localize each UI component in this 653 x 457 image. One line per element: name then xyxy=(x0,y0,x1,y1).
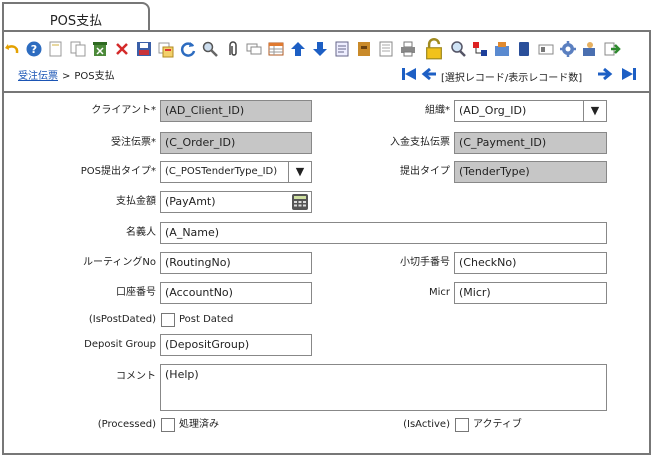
previous-record-icon[interactable] xyxy=(420,66,438,84)
multi-row-icon[interactable] xyxy=(266,38,286,60)
next-record-icon[interactable] xyxy=(596,66,614,84)
client-field[interactable]: (AD_Client_ID) xyxy=(160,100,312,122)
payamt-label: 支払金額 xyxy=(116,196,156,207)
header-divider xyxy=(4,91,649,93)
print-preview-icon[interactable] xyxy=(376,38,396,60)
tendertype-id-label: POS提出タイプ* xyxy=(80,166,156,177)
processed-text: 処理済み xyxy=(179,419,219,430)
lock-icon[interactable] xyxy=(422,38,446,60)
postdated-checkbox[interactable] xyxy=(161,313,175,327)
aname-label: 名義人 xyxy=(126,227,156,238)
tendertype-id-dropdown-icon[interactable]: ▼ xyxy=(288,162,311,182)
client-label: クライアント* xyxy=(91,105,156,116)
org-select[interactable]: (AD_Org_ID) ▼ xyxy=(454,100,607,122)
postdated-text: Post Dated xyxy=(179,314,234,325)
account-field[interactable]: (AccountNo) xyxy=(160,282,312,304)
routing-label: ルーティングNo xyxy=(83,257,156,268)
active-label: (IsActive) xyxy=(403,419,450,430)
first-parent-icon[interactable] xyxy=(288,38,308,60)
find-icon[interactable] xyxy=(200,38,220,60)
tendertype-field[interactable]: (TenderType) xyxy=(454,161,607,183)
check-label: 小切手番号 xyxy=(400,257,450,268)
processed-checkbox[interactable] xyxy=(161,418,175,432)
org-value: (AD_Org_ID) xyxy=(459,104,527,117)
window-tab-title: POS支払 xyxy=(49,14,103,29)
delete-multi-icon[interactable] xyxy=(90,38,110,60)
org-dropdown-icon[interactable]: ▼ xyxy=(583,101,606,121)
comment-textarea[interactable]: (Help) xyxy=(160,364,607,411)
window-tab[interactable]: POS支払 xyxy=(2,2,150,31)
calculator-icon[interactable] xyxy=(289,192,311,212)
micr-label: Micr xyxy=(428,287,450,298)
record-count-text: [選択レコード/表示レコード数] xyxy=(441,73,583,84)
detail-icon[interactable] xyxy=(310,38,330,60)
print-icon[interactable] xyxy=(398,38,418,60)
archive-icon[interactable] xyxy=(354,38,374,60)
payment-field[interactable]: (C_Payment_ID) xyxy=(454,132,607,154)
tendertype-id-value: (C_POSTenderType_ID) xyxy=(165,166,278,177)
zoom-across-icon[interactable] xyxy=(448,38,468,60)
product-info-icon[interactable] xyxy=(492,38,512,60)
routing-field[interactable]: (RoutingNo) xyxy=(160,252,312,274)
postdated-label: (IsPostDated) xyxy=(88,314,156,325)
first-record-icon[interactable] xyxy=(400,66,418,84)
micr-field[interactable]: (Micr) xyxy=(454,282,607,304)
svg-text:?: ? xyxy=(31,43,37,56)
payment-label: 入金支払伝票 xyxy=(390,137,450,148)
export-icon[interactable] xyxy=(580,38,600,60)
workflow-icon[interactable] xyxy=(470,38,490,60)
comment-label: コメント xyxy=(116,371,156,382)
breadcrumb-separator: > xyxy=(62,71,71,82)
last-record-icon[interactable] xyxy=(620,66,638,84)
active-text: アクティブ xyxy=(473,419,522,430)
attachment-icon[interactable] xyxy=(222,38,242,60)
copy-record-icon[interactable] xyxy=(68,38,88,60)
breadcrumb-parent-link[interactable]: 受注伝票 xyxy=(18,71,58,82)
aname-field[interactable]: (A_Name) xyxy=(160,222,607,244)
breadcrumb: 受注伝票 > POS支払 xyxy=(18,67,115,82)
tendertype-label: 提出タイプ xyxy=(400,166,450,177)
active-checkbox[interactable] xyxy=(455,418,469,432)
order-field[interactable]: (C_Order_ID) xyxy=(160,132,312,154)
depositgroup-field[interactable]: (DepositGroup) xyxy=(160,334,312,356)
depositgroup-label: Deposit Group xyxy=(84,339,156,350)
help-icon[interactable]: ? xyxy=(24,38,44,60)
org-label: 組織* xyxy=(425,105,450,116)
save-icon[interactable] xyxy=(134,38,154,60)
toolbar: ? xyxy=(2,38,642,62)
new-record-icon[interactable] xyxy=(46,38,66,60)
payamt-value: (PayAmt) xyxy=(165,195,216,208)
processed-label: (Processed) xyxy=(97,419,156,430)
grid-toggle-icon[interactable] xyxy=(156,38,176,60)
check-field[interactable]: (CheckNo) xyxy=(454,252,607,274)
history-icon[interactable] xyxy=(332,38,352,60)
delete-icon[interactable] xyxy=(112,38,132,60)
undo-icon[interactable] xyxy=(2,38,22,60)
account-label: 口座番号 xyxy=(116,287,156,298)
breadcrumb-current: POS支払 xyxy=(74,71,115,82)
refresh-icon[interactable] xyxy=(178,38,198,60)
tendertype-id-select[interactable]: (C_POSTenderType_ID) ▼ xyxy=(160,161,312,183)
request-icon[interactable] xyxy=(536,38,556,60)
order-label: 受注伝票* xyxy=(111,137,156,148)
process-icon[interactable] xyxy=(558,38,578,60)
chat-icon[interactable] xyxy=(244,38,264,60)
archived-docs-icon[interactable] xyxy=(514,38,534,60)
end-icon[interactable] xyxy=(602,38,622,60)
payamt-field[interactable]: (PayAmt) xyxy=(160,191,312,213)
